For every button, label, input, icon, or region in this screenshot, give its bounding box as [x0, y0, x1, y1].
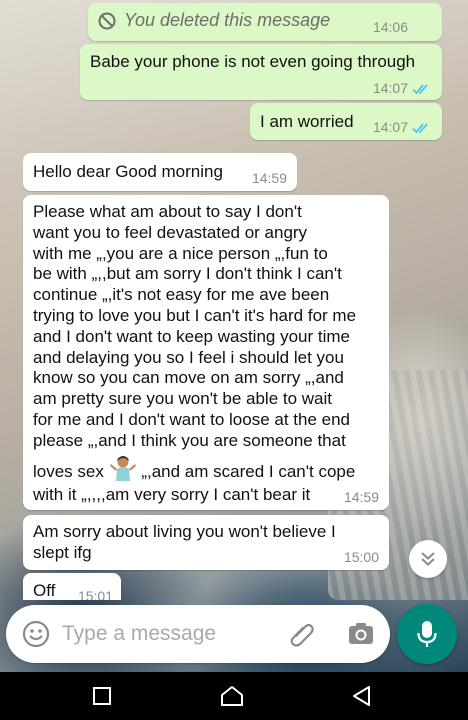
square-icon [93, 687, 111, 705]
back-button[interactable] [322, 672, 402, 720]
deleted-message: You deleted this message [98, 10, 330, 31]
double-chevron-down-icon [421, 552, 435, 566]
microphone-icon [417, 621, 437, 647]
message-bubble-incoming[interactable]: Please what am about to say I don't want… [23, 195, 389, 510]
message-input[interactable] [62, 617, 272, 651]
message-bubble-outgoing[interactable]: Babe your phone is not even going throug… [80, 44, 442, 100]
home-icon [221, 686, 243, 706]
message-meta: 15:00 [344, 547, 379, 568]
message-text: Am sorry about living you won't believe … [33, 522, 336, 562]
blocked-icon [98, 12, 116, 29]
message-text: Please what am about to say I don't want… [33, 202, 357, 505]
message-text: I am worried [260, 112, 354, 131]
message-meta: 14:59 [344, 487, 379, 508]
message-time: 14:07 [372, 119, 408, 135]
double-check-icon [412, 83, 428, 94]
message-meta: 14:07 [373, 117, 432, 138]
message-composer [6, 605, 390, 663]
recents-button[interactable] [62, 672, 142, 720]
message-meta: 15:01 [78, 586, 113, 600]
message-bubble-outgoing[interactable]: I am worried 14:07 [250, 103, 442, 140]
message-time: 15:01 [77, 588, 113, 600]
message-text: Babe your phone is not even going throug… [90, 52, 416, 71]
message-time: 14:59 [343, 489, 379, 505]
paperclip-icon[interactable] [288, 620, 316, 648]
message-bubble-incoming[interactable]: Am sorry about living you won't believe … [23, 515, 389, 570]
message-meta: 14:59 [252, 168, 287, 189]
scroll-to-bottom-button[interactable] [409, 540, 447, 578]
message-time: 14:59 [251, 170, 287, 186]
camera-icon[interactable] [347, 621, 375, 647]
emoji-icon[interactable] [22, 620, 50, 648]
double-check-icon [412, 122, 428, 133]
message-bubble-incoming[interactable]: Off 15:01 [23, 573, 121, 600]
message-text: Off [33, 581, 56, 600]
voice-message-button[interactable] [397, 604, 457, 664]
message-bubble-incoming[interactable]: Hello dear Good morning 14:59 [23, 153, 297, 191]
message-list[interactable]: You deleted this message 14:06 Babe your… [0, 0, 468, 600]
message-meta: 14:07 [373, 78, 432, 99]
message-time: 15:00 [343, 549, 379, 565]
person-shrugging-emoji [109, 455, 136, 481]
message-text: Hello dear Good morning [33, 162, 223, 181]
deleted-message-text: You deleted this message [124, 10, 331, 30]
message-bubble-deleted[interactable]: You deleted this message 14:06 [88, 3, 442, 41]
message-time: 14:07 [372, 80, 408, 96]
message-time: 14:06 [372, 19, 408, 35]
triangle-back-icon [353, 686, 370, 706]
system-navigation-bar [0, 672, 468, 720]
home-button[interactable] [192, 672, 272, 720]
